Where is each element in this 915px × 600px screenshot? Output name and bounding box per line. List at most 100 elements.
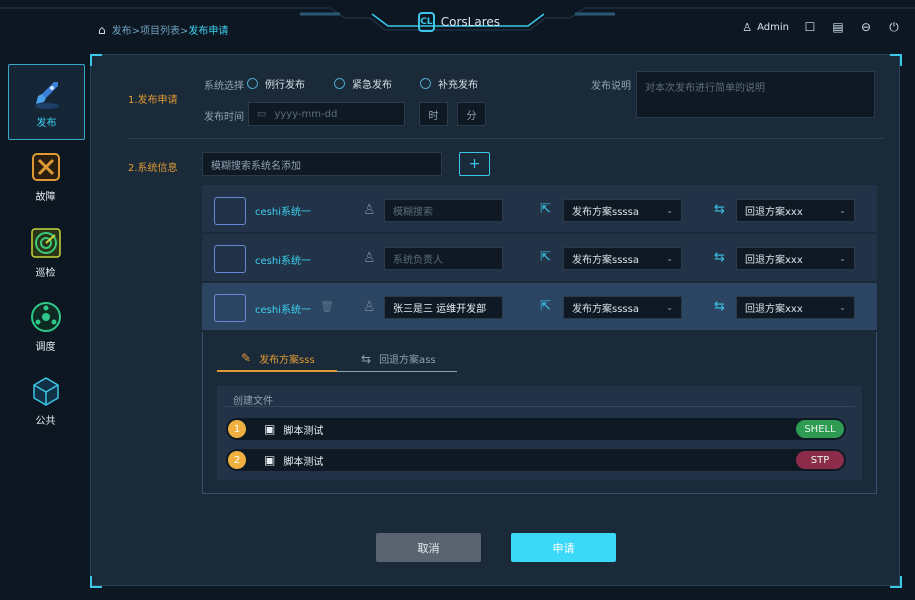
plan-value: 发布方案ssssa xyxy=(572,207,639,218)
trash-icon[interactable]: 🗑 xyxy=(320,300,334,313)
hour-select[interactable]: 时 xyxy=(419,102,448,126)
date-input[interactable]: ▭ yyyy-mm-dd xyxy=(248,102,405,126)
plan-select[interactable]: 发布方案ssssa ⌄ xyxy=(563,296,682,319)
file-item[interactable]: 1 ▣ 脚本测试 xyxy=(226,418,846,440)
rollback-select[interactable]: 回退方案xxx ⌄ xyxy=(736,247,855,270)
radar-icon xyxy=(30,227,61,258)
desc-textarea[interactable]: 对本次发布进行简单的说明 xyxy=(636,71,875,118)
desc-label: 发布说明 xyxy=(591,81,631,92)
radio-circle xyxy=(334,78,345,89)
file-index: 1 xyxy=(228,420,246,438)
power-icon[interactable]: ⏻ xyxy=(887,20,901,34)
external-link-icon: ⇱ xyxy=(540,250,551,265)
radio-urgent[interactable]: 紧急发布 xyxy=(334,76,392,91)
rollback-icon: ⇆ xyxy=(714,202,725,217)
sidebar-item-inspect[interactable]: 巡检 xyxy=(8,224,83,280)
logo-icon: CL xyxy=(418,12,435,32)
submit-button[interactable]: 申请 xyxy=(511,533,616,562)
sidebar-item-label: 巡检 xyxy=(35,267,56,279)
cube-icon xyxy=(32,376,59,406)
add-system-button[interactable]: + xyxy=(459,152,490,176)
file-type-badge: STP xyxy=(796,451,844,469)
radio-routine[interactable]: 例行发布 xyxy=(247,76,305,91)
panel-corner xyxy=(90,54,102,66)
file-section-title: 创建文件 xyxy=(233,396,273,407)
file-box-icon: ▣ xyxy=(264,453,276,467)
breadcrumb-path[interactable]: 发布>项目列表> xyxy=(112,22,189,37)
system-name: ceshi系统一 xyxy=(255,256,311,267)
external-link-icon: ⇱ xyxy=(540,299,551,314)
owner-input[interactable]: 系统负责人 xyxy=(384,247,503,270)
section-title-apply: 1.发布申请 xyxy=(128,95,178,106)
user-icon: ♙ xyxy=(363,299,376,315)
radio-label: 补充发布 xyxy=(438,80,478,91)
tab-release-plan[interactable]: ✎ 发布方案sss xyxy=(217,346,337,372)
owner-input[interactable]: 张三是三 运维开发部 xyxy=(384,296,503,319)
brand: CL CorsLares xyxy=(418,8,500,36)
cancel-button[interactable]: 取消 xyxy=(376,533,481,562)
sidebar-item-label: 公共 xyxy=(35,415,56,427)
system-search-input[interactable]: 模糊搜索系统名添加 xyxy=(202,152,442,176)
user-icon: ♙ xyxy=(363,250,376,266)
file-item[interactable]: 2 ▣ 脚本测试 xyxy=(226,449,846,471)
rollback-icon: ⇆ xyxy=(714,250,725,265)
user-icon: ♙ xyxy=(363,202,376,218)
rollback-select[interactable]: 回退方案xxx ⌄ xyxy=(736,199,855,222)
tab-rollback-plan[interactable]: ⇆ 回退方案ass xyxy=(337,346,457,372)
sidebar-item-public[interactable]: 公共 xyxy=(8,372,83,428)
system-laptop-icon xyxy=(214,294,246,322)
rollback-value: 回退方案xxx xyxy=(745,304,803,315)
owner-search-input[interactable]: 模糊搜索 xyxy=(384,199,503,222)
file-name: 脚本测试 xyxy=(283,425,324,437)
settings-icon[interactable]: ⊖ xyxy=(859,20,873,34)
sidebar-item-release[interactable]: 发布 xyxy=(8,64,85,140)
minute-select[interactable]: 分 xyxy=(457,102,486,126)
breadcrumb-current: 发布申请 xyxy=(188,26,229,37)
panel-corner xyxy=(890,576,902,588)
document-icon[interactable]: ▤ xyxy=(831,20,845,34)
radio-supplement[interactable]: 补充发布 xyxy=(420,76,478,91)
chat-icon[interactable]: ☐ xyxy=(803,20,817,34)
chevron-down-icon: ⌄ xyxy=(666,303,673,312)
system-name: ceshi系统一 xyxy=(255,207,311,218)
panel-corner xyxy=(90,576,102,588)
chevron-down-icon: ⌄ xyxy=(839,303,846,312)
user-menu[interactable]: ♙ Admin xyxy=(742,21,789,34)
radio-circle xyxy=(420,78,431,89)
system-laptop-icon xyxy=(214,197,246,225)
plan-select[interactable]: 发布方案ssssa ⌄ xyxy=(563,247,682,270)
schedule-icon xyxy=(30,301,61,332)
system-name: ceshi系统一 xyxy=(255,305,311,316)
radio-circle xyxy=(247,78,258,89)
tab-label: 回退方案ass xyxy=(379,355,436,366)
sidebar-item-schedule[interactable]: 调度 xyxy=(8,298,83,354)
section-title-system: 2.系统信息 xyxy=(128,163,178,174)
file-box-icon: ▣ xyxy=(264,422,276,436)
home-icon[interactable]: ⌂ xyxy=(98,23,106,37)
chevron-down-icon: ⌄ xyxy=(839,254,846,263)
chevron-down-icon: ⌄ xyxy=(666,206,673,215)
chevron-down-icon: ⌄ xyxy=(839,206,846,215)
rollback-value: 回退方案xxx xyxy=(745,207,803,218)
header-actions: ♙ Admin ☐ ▤ ⊖ ⏻ xyxy=(742,20,901,35)
sidebar-item-label: 调度 xyxy=(35,341,56,353)
external-link-icon: ⇱ xyxy=(540,202,551,217)
radio-label: 紧急发布 xyxy=(352,80,392,91)
date-placeholder: yyyy-mm-dd xyxy=(274,108,338,120)
brand-name: CorsLares xyxy=(440,15,500,29)
divider xyxy=(225,406,855,407)
divider xyxy=(128,138,884,139)
plan-value: 发布方案ssssa xyxy=(572,255,639,266)
user-name: Admin xyxy=(757,21,789,33)
plan-select[interactable]: 发布方案ssssa ⌄ xyxy=(563,199,682,222)
plan-value: 发布方案ssssa xyxy=(572,304,639,315)
rollback-select[interactable]: 回退方案xxx ⌄ xyxy=(736,296,855,319)
time-label: 发布时间 xyxy=(204,112,244,123)
sidebar-item-fault[interactable]: 故障 xyxy=(8,148,83,204)
file-type-badge: SHELL xyxy=(796,420,844,438)
panel-corner xyxy=(890,54,902,66)
type-label: 系统选择 xyxy=(204,81,244,92)
rollback-value: 回退方案xxx xyxy=(745,255,803,266)
rollback-icon: ⇆ xyxy=(714,299,725,314)
rocket-icon xyxy=(34,81,59,109)
